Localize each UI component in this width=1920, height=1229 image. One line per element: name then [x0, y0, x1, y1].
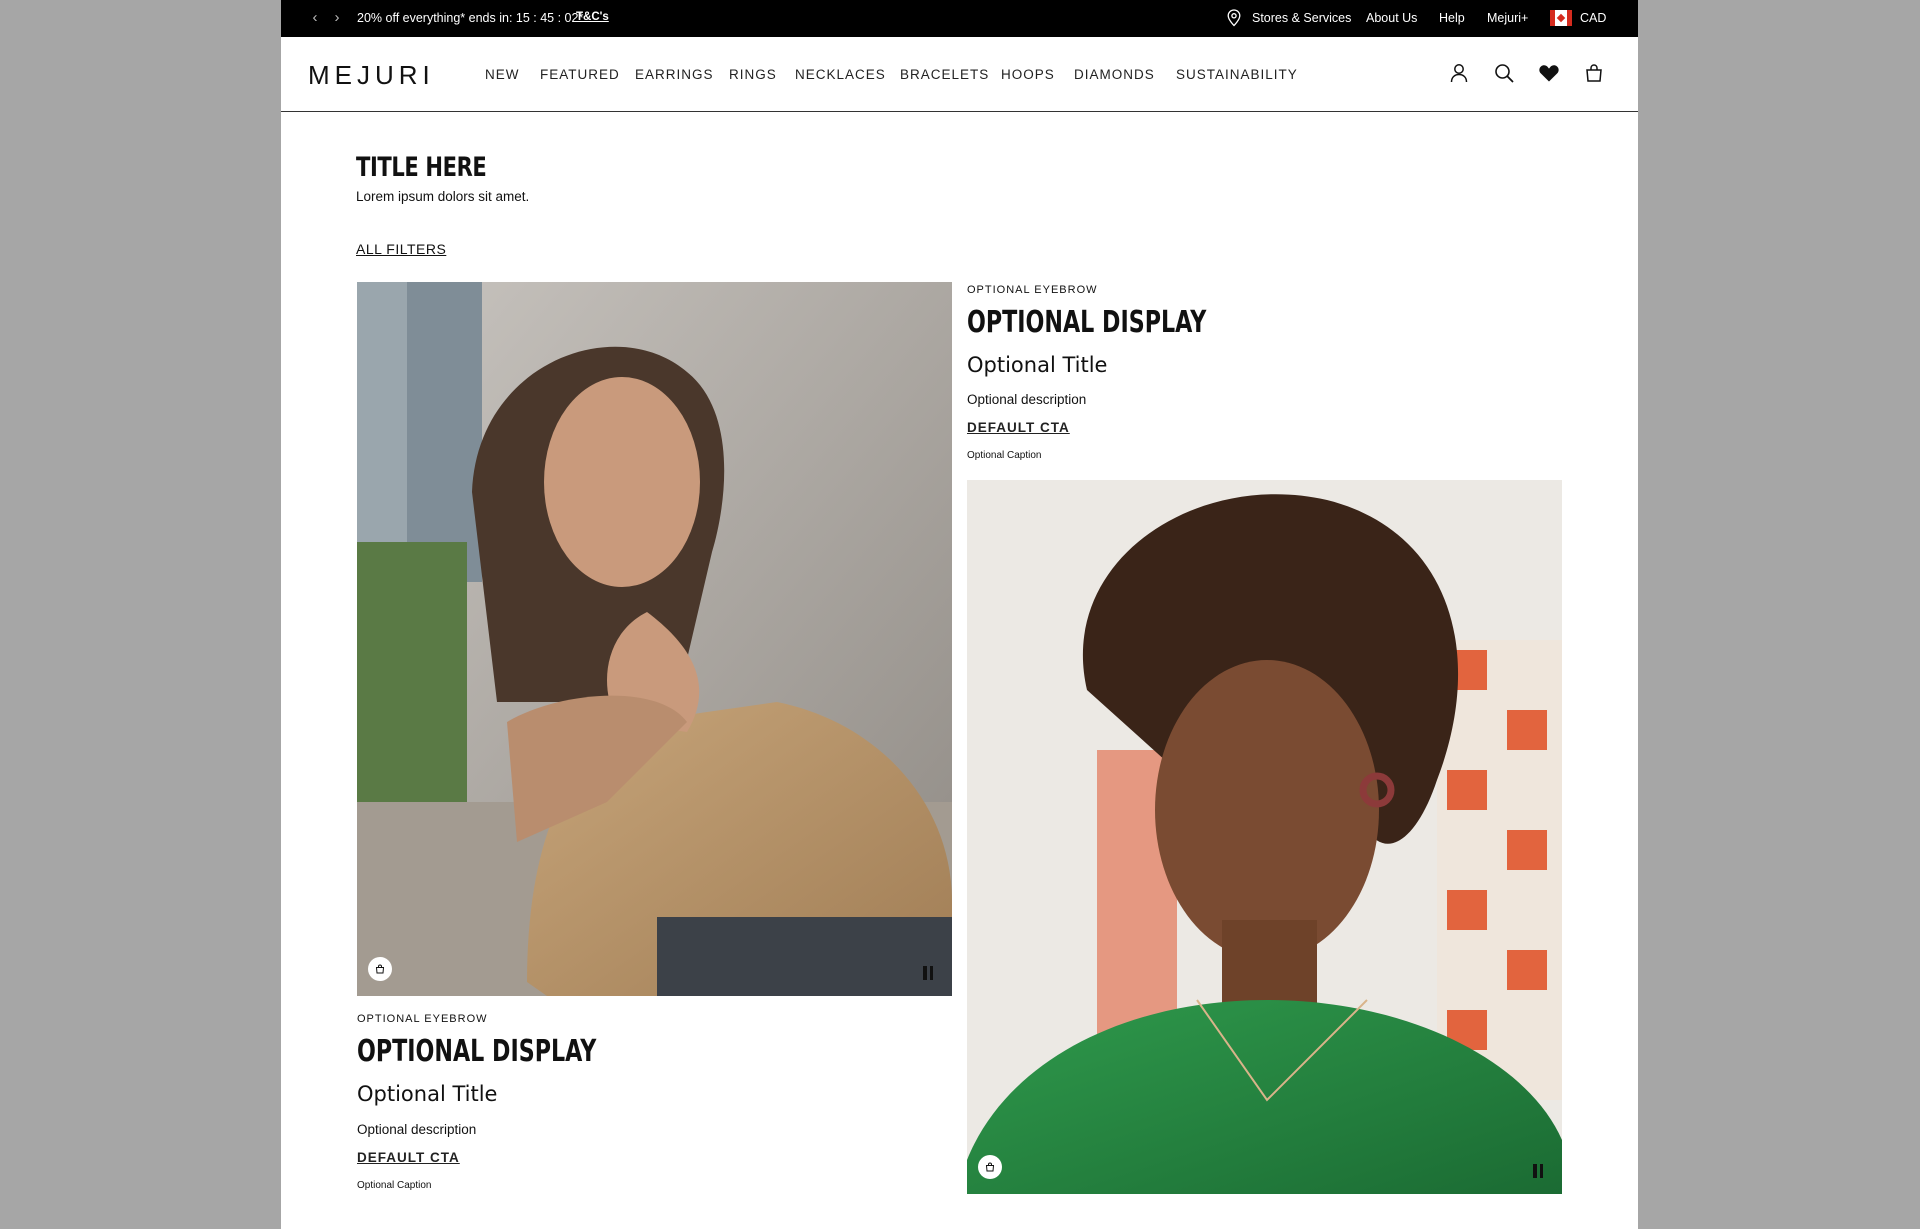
- nav-sustainability[interactable]: SUSTAINABILITY: [1176, 67, 1298, 82]
- nav-new[interactable]: NEW: [485, 67, 520, 82]
- nav-diamonds[interactable]: DIAMONDS: [1074, 67, 1155, 82]
- card-1-caption: Optional Caption: [357, 1180, 432, 1191]
- card-1-display: OPTIONAL DISPLAY: [357, 1034, 597, 1069]
- help-link[interactable]: Help: [1439, 11, 1465, 25]
- shop-look-button[interactable]: [978, 1155, 1002, 1179]
- card-2-display: OPTIONAL DISPLAY: [967, 305, 1207, 340]
- pause-icon[interactable]: [1533, 1164, 1547, 1180]
- card-2-caption: Optional Caption: [967, 450, 1042, 461]
- map-pin-icon: [1227, 9, 1241, 27]
- editorial-image-1[interactable]: [357, 282, 952, 996]
- woman-photo-1: [357, 282, 952, 996]
- card-1-cta[interactable]: DEFAULT CTA: [357, 1150, 460, 1165]
- page-subtitle: Lorem ipsum dolors sit amet.: [356, 189, 530, 204]
- nav-featured[interactable]: FEATURED: [540, 67, 620, 82]
- shop-look-button[interactable]: [368, 957, 392, 981]
- nav-earrings[interactable]: EARRINGS: [635, 67, 714, 82]
- mejuri-plus-link[interactable]: Mejuri+: [1487, 11, 1528, 25]
- woman-photo-2: [967, 480, 1562, 1194]
- promo-text: 20% off everything* ends in: 15 : 45 : 0…: [357, 11, 584, 25]
- card-2-title: Optional Title: [967, 353, 1108, 377]
- currency-selector[interactable]: CAD: [1580, 11, 1606, 25]
- nav-rings[interactable]: RINGS: [729, 67, 777, 82]
- card-1-title: Optional Title: [357, 1082, 498, 1106]
- nav-necklaces[interactable]: NECKLACES: [795, 67, 886, 82]
- shopping-bag-icon: [375, 964, 385, 974]
- all-filters-button[interactable]: ALL FILTERS: [356, 241, 446, 257]
- page-title: TITLE HERE: [356, 152, 487, 183]
- canada-flag-icon[interactable]: [1550, 10, 1572, 26]
- wishlist-heart-icon[interactable]: [1537, 61, 1561, 85]
- prev-arrow-icon[interactable]: ‹: [307, 9, 323, 27]
- next-arrow-icon[interactable]: ›: [329, 9, 345, 27]
- pause-icon[interactable]: [923, 966, 937, 982]
- shopping-bag-icon[interactable]: [1582, 61, 1606, 85]
- card-1-eyebrow: OPTIONAL EYEBROW: [357, 1013, 488, 1025]
- nav-bracelets[interactable]: BRACELETS: [900, 67, 989, 82]
- shopping-bag-icon: [985, 1162, 995, 1172]
- stores-services-link[interactable]: Stores & Services: [1252, 11, 1351, 25]
- about-us-link[interactable]: About Us: [1366, 11, 1417, 25]
- search-icon[interactable]: [1492, 61, 1516, 85]
- card-2-cta[interactable]: DEFAULT CTA: [967, 420, 1070, 435]
- page: ‹ › 20% off everything* ends in: 15 : 45…: [281, 0, 1638, 1229]
- announcement-bar: ‹ › 20% off everything* ends in: 15 : 45…: [281, 0, 1638, 37]
- mejuri-logo[interactable]: MEJURI: [308, 60, 435, 91]
- account-icon[interactable]: [1447, 61, 1471, 85]
- terms-link[interactable]: T&C's: [576, 11, 609, 23]
- card-1-description: Optional description: [357, 1122, 477, 1137]
- card-2-description: Optional description: [967, 392, 1087, 407]
- nav-hoops[interactable]: HOOPS: [1001, 67, 1055, 82]
- editorial-image-2[interactable]: [967, 480, 1562, 1194]
- site-header: MEJURI NEW FEATURED EARRINGS RINGS NECKL…: [281, 37, 1638, 112]
- card-2-eyebrow: OPTIONAL EYEBROW: [967, 284, 1098, 296]
